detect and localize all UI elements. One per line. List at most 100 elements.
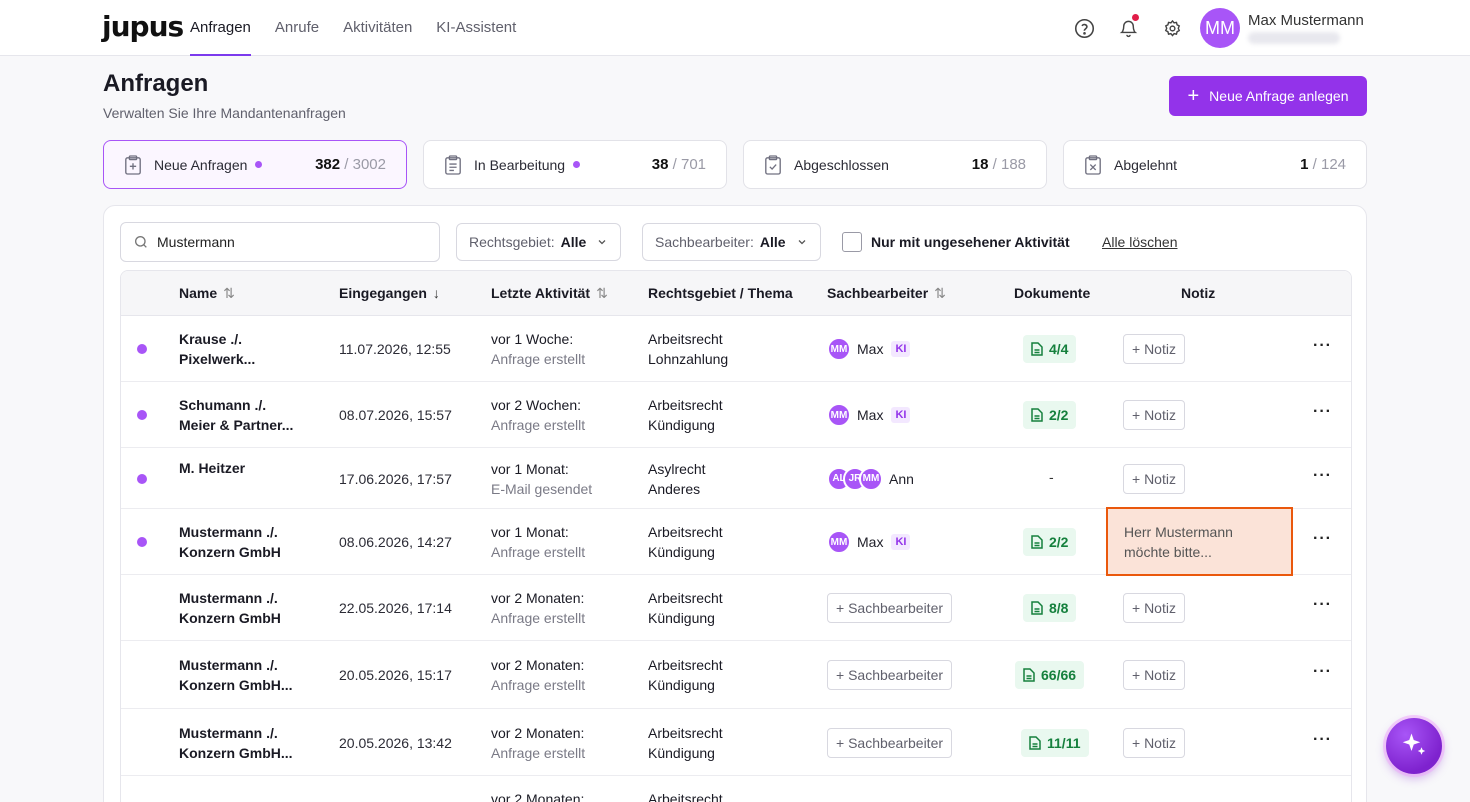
- column-header-name[interactable]: Name ⇅: [179, 271, 235, 316]
- table-row[interactable]: Mustermann ./. Konzern GmbH... 20.05.2026,…: [121, 709, 1351, 776]
- topic: Asylrecht Anderes: [648, 460, 706, 497]
- nav-ki-assistent[interactable]: KI-Assistent: [436, 0, 516, 56]
- row-actions-button[interactable]: ···: [1313, 403, 1332, 421]
- table-row[interactable]: Schumann ./. Meier & Partner... 08.07.2026…: [121, 382, 1351, 448]
- note-preview[interactable]: Herr Mustermann möchte bitte...: [1106, 507, 1293, 576]
- main-nav: Anfragen Anrufe Aktivitäten KI-Assistent: [190, 0, 540, 56]
- search-box[interactable]: [120, 222, 440, 262]
- rechtsgebiet-filter-value: Alle: [560, 234, 587, 250]
- column-header-received[interactable]: Eingegangen ↓: [339, 271, 440, 316]
- add-note-button[interactable]: + Notiz: [1123, 334, 1185, 364]
- add-note-button[interactable]: + Notiz: [1123, 400, 1185, 430]
- assignee-name: Max: [857, 341, 884, 357]
- unread-indicator: [255, 161, 263, 168]
- add-assignee-button[interactable]: + Sachbearbeiter: [827, 660, 953, 690]
- nav-anfragen[interactable]: Anfragen: [190, 0, 251, 56]
- last-activity: vor 1 Monat: E-Mail gesendet: [491, 460, 593, 497]
- assignee-avatar: MM: [827, 337, 851, 361]
- row-actions-button[interactable]: ···: [1313, 663, 1332, 681]
- unread-dot: [137, 344, 147, 354]
- app-logo[interactable]: jupus: [102, 10, 184, 43]
- unseen-activity-checkbox[interactable]: [842, 232, 862, 252]
- row-actions-button[interactable]: ···: [1313, 731, 1332, 749]
- status-card-in-bearbeitung[interactable]: In Bearbeitung 38 / 701: [423, 140, 727, 189]
- documents-badge[interactable]: 11/11: [1021, 728, 1089, 757]
- table-row[interactable]: Mustermann ./. Konzern GmbH 08.06.2026, 14…: [121, 507, 1351, 576]
- assignee[interactable]: MM Max KI: [827, 403, 911, 427]
- table-row[interactable]: Krause ./. Pixelwerk... 11.07.2026, 12:55 v…: [121, 316, 1351, 382]
- status-card-count: 38 / 701: [651, 156, 706, 173]
- rechtsgebiet-filter[interactable]: Rechtsgebiet: Alle: [456, 223, 622, 261]
- unread-dot: [137, 537, 147, 547]
- documents-badge[interactable]: 8/8: [1023, 594, 1077, 622]
- table-row[interactable]: M. Heitzer 17.06.2026, 17:57 vor 1 Monat: E…: [121, 448, 1351, 509]
- column-header-activity[interactable]: Letzte Aktivität ⇅: [491, 271, 608, 316]
- user-name[interactable]: Max Mustermann: [1248, 12, 1364, 29]
- add-note-button[interactable]: + Notiz: [1123, 593, 1185, 623]
- documents-badge[interactable]: 2/2: [1023, 401, 1077, 429]
- last-activity: vor 1 Woche: Anfrage erstellt: [491, 331, 586, 367]
- new-request-button[interactable]: + Neue Anfrage anlegen: [1169, 76, 1367, 116]
- page-subtitle: Verwalten Sie Ihre Mandantenanfragen: [103, 105, 346, 121]
- table-row[interactable]: Mustermann ./.vor 2 Monaten:Arbeitsrecht: [121, 776, 1351, 802]
- unseen-activity-toggle[interactable]: Nur mit ungesehener Aktivität: [842, 232, 1070, 252]
- status-card-neue[interactable]: Neue Anfragen 382 / 3002: [103, 140, 407, 189]
- requests-table: Name ⇅ Eingegangen ↓ Letzte Aktivität ⇅ Rec…: [120, 270, 1352, 802]
- search-input[interactable]: [157, 234, 427, 250]
- row-actions-button[interactable]: ···: [1313, 596, 1332, 614]
- topic: Arbeitsrecht Kündigung: [648, 657, 723, 693]
- last-activity: vor 2 Monaten: Anfrage erstellt: [491, 590, 586, 626]
- sachbearbeiter-filter-value: Alle: [759, 234, 786, 250]
- add-note-button[interactable]: + Notiz: [1123, 727, 1185, 758]
- gear-icon[interactable]: [1161, 17, 1183, 39]
- status-card-abgeschlossen[interactable]: Abgeschlossen 18 / 188: [743, 140, 1047, 189]
- sort-icon: ⇅: [934, 285, 946, 301]
- sachbearbeiter-filter[interactable]: Sachbearbeiter: Alle: [642, 223, 821, 261]
- status-card-count: 382 / 3002: [315, 156, 386, 173]
- unread-dot: [137, 410, 147, 420]
- row-actions-button[interactable]: ···: [1313, 530, 1332, 548]
- add-assignee-button[interactable]: + Sachbearbeiter: [827, 593, 953, 623]
- assignee-avatar: MM: [827, 530, 851, 554]
- row-actions-button[interactable]: ···: [1313, 337, 1332, 355]
- user-email-redacted: [1248, 32, 1340, 44]
- table-header: Name ⇅ Eingegangen ↓ Letzte Aktivität ⇅ Rec…: [121, 271, 1351, 316]
- assignee[interactable]: MM Max KI: [827, 530, 911, 554]
- documents-empty: -: [1049, 468, 1054, 485]
- clear-filters-link[interactable]: Alle löschen: [1102, 234, 1178, 250]
- user-avatar[interactable]: MM: [1200, 8, 1240, 48]
- requests-panel: Rechtsgebiet: Alle Sachbearbeiter: Alle …: [103, 205, 1367, 802]
- table-row[interactable]: Mustermann ./. Konzern GmbH... 20.05.2026,…: [121, 641, 1351, 709]
- add-assignee-button[interactable]: + Sachbearbeiter: [827, 727, 953, 758]
- documents-badge[interactable]: 66/66: [1015, 661, 1085, 689]
- documents-badge[interactable]: 4/4: [1023, 335, 1077, 363]
- column-header-assignee[interactable]: Sachbearbeiter ⇅: [827, 271, 946, 316]
- assignee-name: Max: [857, 534, 884, 550]
- table-row[interactable]: Mustermann ./. Konzern GmbH 22.05.2026, 17…: [121, 575, 1351, 641]
- assignee[interactable]: MM Max KI: [827, 337, 911, 361]
- request-name: M. Heitzer: [179, 460, 246, 476]
- topic: Arbeitsrecht Kündigung: [648, 397, 723, 433]
- help-circle-icon[interactable]: [1073, 17, 1095, 39]
- assignee-avatar: MM: [859, 466, 883, 491]
- last-activity: vor 1 Monat: Anfrage erstellt: [491, 524, 586, 560]
- add-note-button[interactable]: + Notiz: [1123, 463, 1185, 494]
- sort-icon: ⇅: [223, 285, 235, 301]
- assignee[interactable]: AL JR MM Ann: [827, 466, 914, 491]
- row-actions-button[interactable]: ···: [1313, 467, 1332, 485]
- bell-icon[interactable]: [1117, 14, 1139, 39]
- ai-assistant-fab[interactable]: [1386, 718, 1442, 774]
- top-navigation: jupus Anfragen Anrufe Aktivitäten KI-Ass…: [0, 0, 1470, 56]
- document-icon: [1031, 601, 1043, 615]
- sort-desc-icon: ↓: [432, 285, 440, 301]
- status-card-label: Abgelehnt: [1114, 156, 1178, 173]
- assignee-avatar: MM: [827, 403, 851, 427]
- status-card-abgelehnt[interactable]: Abgelehnt 1 / 124: [1063, 140, 1367, 189]
- documents-badge[interactable]: 2/2: [1023, 528, 1077, 556]
- add-note-button[interactable]: + Notiz: [1123, 660, 1185, 690]
- sachbearbeiter-filter-label: Sachbearbeiter:: [655, 234, 754, 250]
- page-title: Anfragen: [103, 70, 209, 97]
- nav-anrufe[interactable]: Anrufe: [275, 0, 319, 56]
- clipboard-x-icon: [1085, 154, 1101, 175]
- nav-aktivitaeten[interactable]: Aktivitäten: [343, 0, 412, 56]
